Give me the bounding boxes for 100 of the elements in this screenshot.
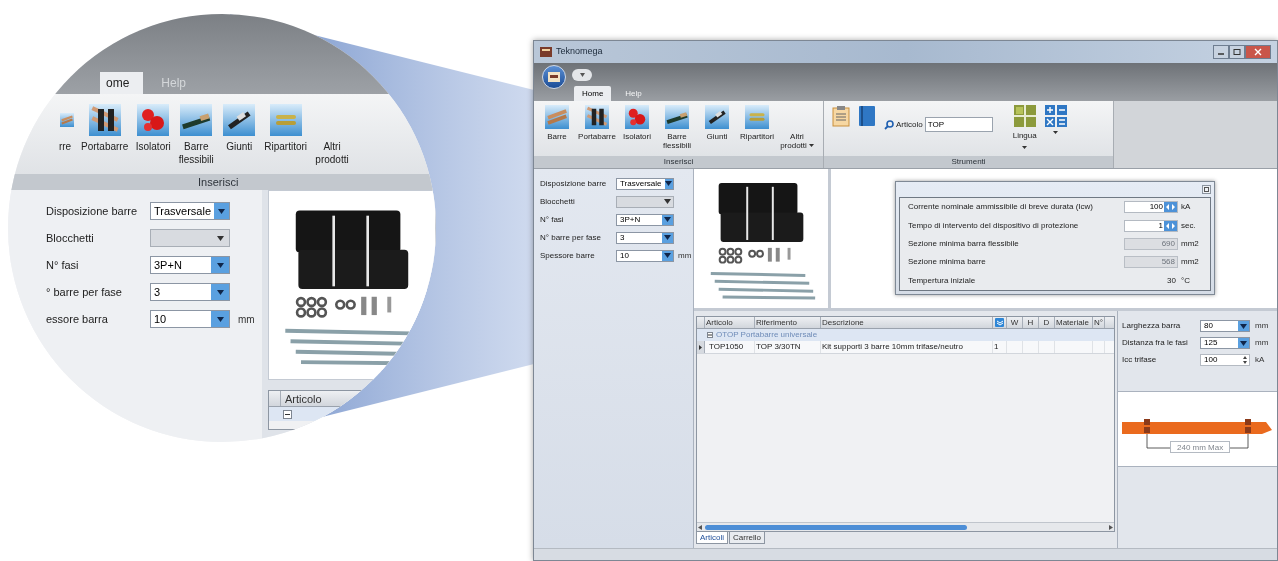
field-label: Tempo di intervento del dispositivo di protezione bbox=[908, 219, 1080, 232]
table-cell: TOP 3/30TN bbox=[755, 341, 821, 353]
combo-box[interactable]: 10 bbox=[150, 310, 230, 328]
field-label: Blocchetti bbox=[46, 230, 95, 246]
joints-icon bbox=[223, 104, 256, 136]
restore-button[interactable] bbox=[1202, 185, 1211, 194]
column-header[interactable]: H bbox=[1023, 317, 1039, 328]
unit-label: mm bbox=[678, 249, 692, 262]
scroll-left-icon[interactable] bbox=[698, 524, 703, 530]
horizontal-scrollbar[interactable] bbox=[697, 522, 1114, 531]
search-field[interactable]: TOP bbox=[924, 117, 993, 132]
group-label: Strumenti bbox=[824, 156, 1113, 168]
up-down-icon bbox=[1241, 356, 1249, 364]
holders-icon bbox=[88, 104, 121, 136]
spin-buttons-icon bbox=[1164, 202, 1177, 213]
ribbon-button[interactable]: Isolatori bbox=[618, 105, 656, 141]
field-label: Sezione minima barra flessibile bbox=[908, 237, 1020, 250]
combo-box[interactable]: Trasversale bbox=[150, 202, 230, 220]
unit-label: kA bbox=[1180, 201, 1192, 214]
close-icon[interactable] bbox=[1245, 45, 1271, 59]
dropdown-arrow-icon bbox=[662, 214, 673, 225]
field-label: Spessore barre bbox=[540, 249, 596, 262]
bottom-tab[interactable]: Carrello bbox=[729, 532, 766, 544]
insulators-icon bbox=[137, 104, 170, 136]
flexible-icon bbox=[180, 104, 213, 136]
column-header[interactable]: N° bbox=[1093, 317, 1105, 328]
grid-icon bbox=[1013, 105, 1036, 127]
dropdown-arrow-icon bbox=[662, 250, 673, 261]
column-header[interactable]: Riferimento bbox=[755, 317, 821, 328]
chevron-down-icon bbox=[995, 318, 1004, 327]
search-icon bbox=[884, 119, 894, 130]
combo-box[interactable]: 3P+N bbox=[616, 213, 674, 226]
combo-box[interactable]: 80 bbox=[1200, 320, 1250, 332]
search-label: Articolo bbox=[896, 118, 923, 131]
combo-box[interactable]: 3P+N bbox=[150, 256, 230, 274]
bars-icon bbox=[545, 105, 569, 129]
ribbon-button[interactable]: Altri prodotti bbox=[314, 104, 351, 166]
scroll-right-icon[interactable] bbox=[1108, 524, 1113, 530]
ribbon-button[interactable]: Giunti bbox=[698, 105, 736, 141]
table-cell: Kit supporti 3 barre 10mm trifase/neutro bbox=[821, 341, 993, 353]
ribbon-button[interactable]: Isolatori bbox=[135, 104, 172, 153]
combo-box[interactable]: 3 bbox=[616, 231, 674, 244]
combo-box[interactable]: 3 bbox=[150, 283, 230, 301]
ribbon-button[interactable]: rre bbox=[56, 104, 74, 153]
maximize-icon[interactable] bbox=[1229, 45, 1245, 59]
toolbar-button[interactable] bbox=[832, 105, 850, 127]
insulators-icon bbox=[625, 105, 649, 129]
dropdown-arrow-icon bbox=[1238, 321, 1249, 331]
bottom-tab[interactable]: Articoli bbox=[696, 532, 728, 544]
dropdown-arrow-icon bbox=[664, 178, 673, 189]
combo-box[interactable]: Trasversale bbox=[616, 177, 674, 190]
ribbon-button[interactable]: Giunti bbox=[221, 104, 258, 153]
column-header[interactable]: Materiale bbox=[1055, 317, 1093, 328]
flexible-icon bbox=[665, 105, 689, 129]
quick-access-button[interactable] bbox=[572, 69, 592, 81]
table-row[interactable]: TOP1050 TOP 3/30TN Kit supporti 3 barre 10mm trifase/neutro 1 bbox=[697, 341, 1114, 354]
ribbon-button[interactable]: Barre bbox=[538, 105, 576, 141]
ribbon-button[interactable]: Altri prodotti bbox=[778, 105, 816, 150]
field-label: Larghezza barra bbox=[1122, 320, 1182, 332]
column-header[interactable]: Descrizione bbox=[821, 317, 993, 328]
toolbar-button[interactable] bbox=[858, 105, 876, 127]
value-text: 30 bbox=[1166, 274, 1177, 287]
unit-label: kA bbox=[1255, 354, 1265, 366]
window-title: Teknomega bbox=[556, 45, 603, 59]
column-header[interactable]: D bbox=[1039, 317, 1055, 328]
ribbon-tab[interactable]: Home bbox=[574, 86, 612, 101]
toolbar-button[interactable]: Lingua bbox=[1012, 105, 1037, 149]
ribbon-button[interactable]: Barre flessibili bbox=[178, 104, 215, 166]
minimize-icon[interactable] bbox=[1213, 45, 1229, 59]
collapse-icon[interactable] bbox=[283, 409, 292, 419]
field-label: essore barra bbox=[46, 311, 109, 327]
toolbar-button[interactable] bbox=[1044, 105, 1067, 134]
group-label: Inserisci bbox=[534, 156, 823, 168]
group-label: OTOP Portabarre universale bbox=[716, 329, 818, 341]
column-header[interactable]: W bbox=[1007, 317, 1023, 328]
field-label: Blocchetti bbox=[540, 195, 576, 208]
dropdown-arrow-icon bbox=[1238, 338, 1249, 348]
caret-icon bbox=[579, 73, 585, 77]
ribbon-button[interactable]: Ripartitori bbox=[738, 105, 776, 141]
spin-field[interactable]: 100 bbox=[1200, 354, 1250, 366]
scrollbar-thumb[interactable] bbox=[705, 524, 967, 530]
current-row-icon bbox=[697, 341, 705, 353]
ribbon-tab[interactable]: ome bbox=[100, 72, 144, 94]
ribbon-button[interactable]: Portabarre bbox=[578, 105, 616, 141]
spin-field[interactable]: 1 bbox=[1124, 219, 1178, 232]
spin-field[interactable]: 100 bbox=[1124, 201, 1178, 214]
ribbon-button[interactable]: Portabarre bbox=[81, 104, 129, 153]
ribbon-button[interactable]: Ripartitori bbox=[264, 104, 308, 153]
field-label: N° barre per fase bbox=[540, 231, 602, 244]
unit-label: °C bbox=[1180, 274, 1191, 287]
ribbon-button[interactable]: Barre flessibili bbox=[658, 105, 696, 150]
field-label: Distanza fra le fasi bbox=[1122, 337, 1189, 349]
spin-buttons-icon bbox=[1164, 220, 1177, 231]
combo-box[interactable]: 10 bbox=[616, 249, 674, 262]
application-button[interactable] bbox=[542, 65, 566, 89]
column-header[interactable] bbox=[993, 317, 1007, 328]
column-header[interactable]: Articolo bbox=[705, 317, 755, 328]
calculator-icon bbox=[1044, 105, 1067, 127]
combo-box[interactable]: 125 bbox=[1200, 337, 1250, 349]
dropdown-arrow-icon bbox=[662, 196, 673, 207]
